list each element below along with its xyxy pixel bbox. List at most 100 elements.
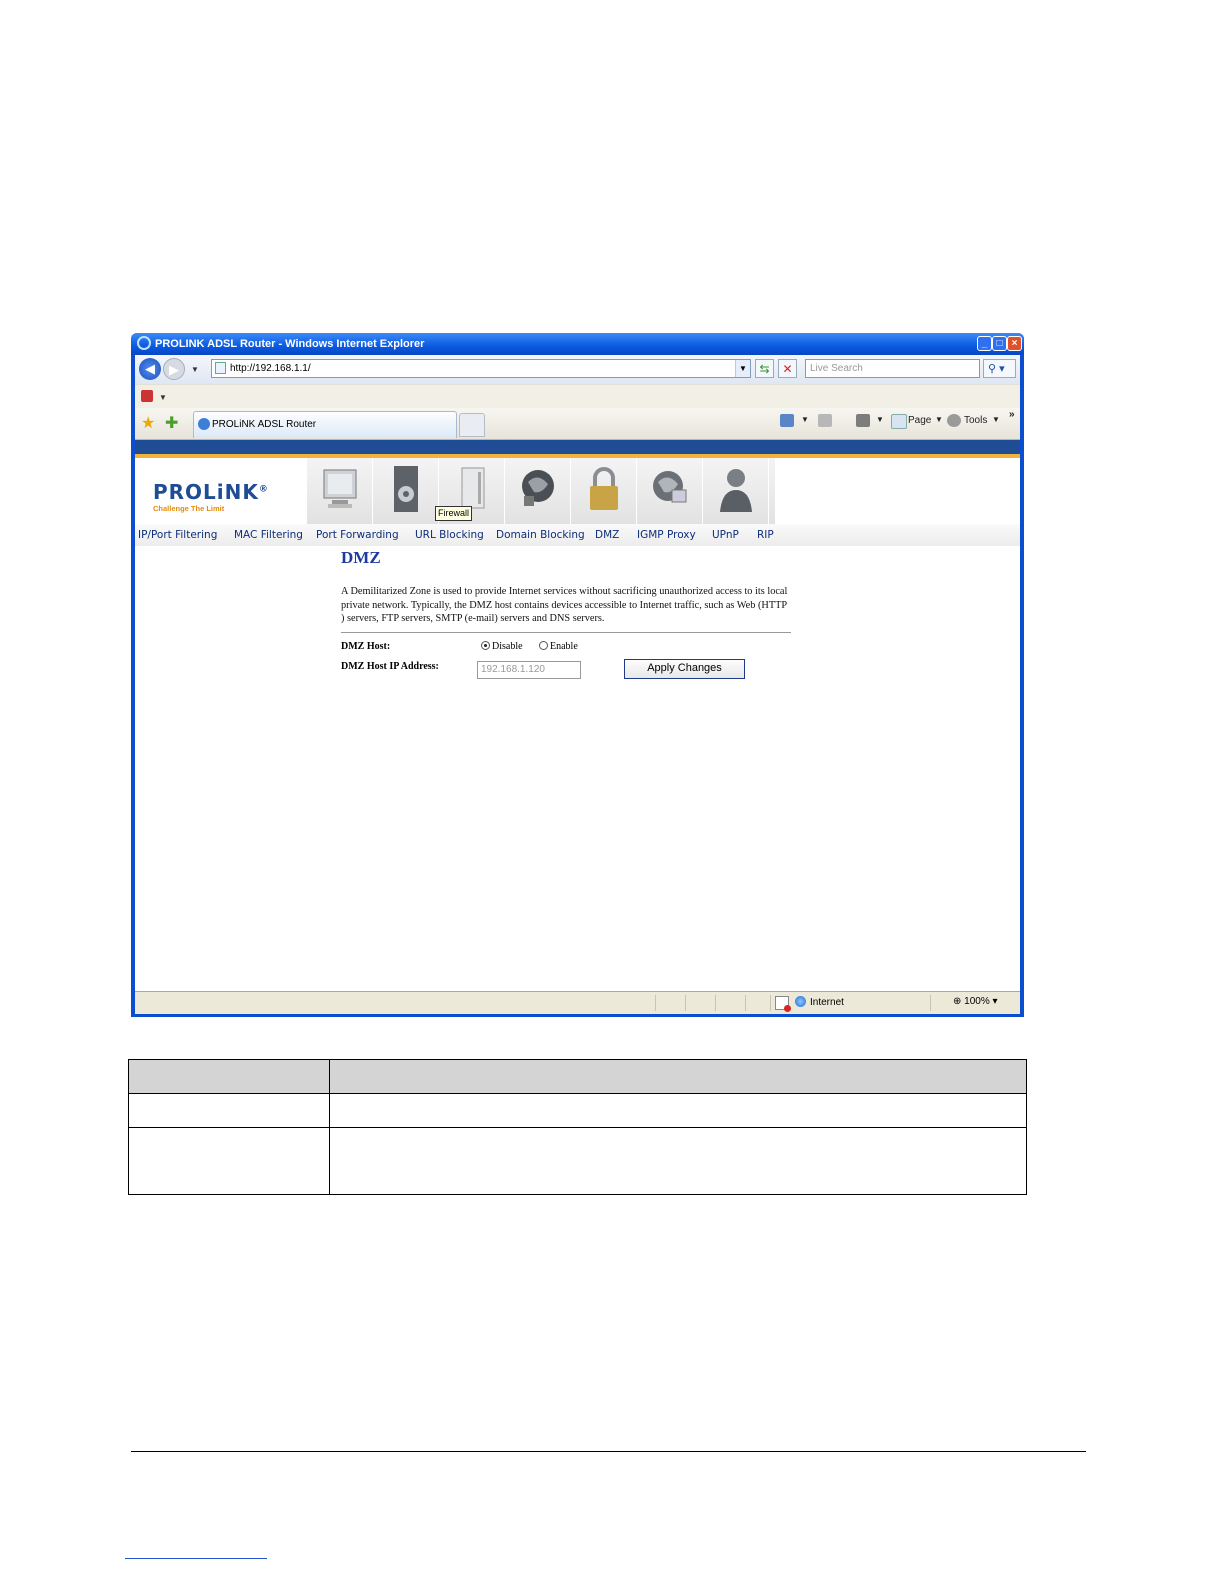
dmz-ip-input[interactable]: 192.168.1.120 [477,661,581,679]
menu-rip[interactable]: RIP [757,529,774,541]
window-title: PROLINK ADSL Router - Windows Internet E… [155,338,425,350]
status-divider [745,995,746,1011]
dmz-host-ip-label: DMZ Host IP Address: [341,661,439,672]
search-input[interactable]: Live Search [805,359,980,378]
firewall-lock-icon[interactable] [571,458,637,524]
addon-icon[interactable] [141,390,153,402]
home-icon[interactable] [780,414,794,427]
chevron-more-icon[interactable]: » [1009,409,1015,420]
print-icon[interactable] [856,414,870,427]
globe-icon [795,996,806,1007]
add-favorite-icon[interactable]: ✚ [165,413,178,433]
tools-gear-icon[interactable] [947,414,961,427]
search-icon[interactable]: ⚲ ▾ [983,359,1016,378]
ie-page-icon [198,418,210,430]
status-divider [685,995,686,1011]
tools-dropdown-icon[interactable]: ▼ [992,415,1000,424]
maximize-button[interactable]: □ [992,336,1007,351]
close-button[interactable]: × [1007,336,1022,351]
home-dropdown-icon[interactable]: ▼ [801,415,809,424]
address-bar[interactable]: http://192.168.1.1/ ▼ [211,359,751,378]
dmz-description: A Demilitarized Zone is used to provide … [341,586,788,624]
status-divider [655,995,656,1011]
router-header: PROLiNK® Challenge The Limit Firewall [135,458,1020,524]
addon-dropdown-icon[interactable]: ▼ [159,393,167,402]
disable-radio[interactable]: Disable [481,641,523,652]
menu-domain-blocking[interactable]: Domain Blocking [496,529,585,541]
main-icon-bar [307,458,775,524]
security-zone[interactable]: Internet [795,996,844,1008]
page-dropdown-icon[interactable]: ▼ [935,415,943,424]
status-divider [770,995,771,1011]
internet-globe-icon[interactable] [505,458,571,524]
table-row [128,1093,1027,1128]
divider [341,631,791,633]
status-divider [930,995,931,1011]
ie-logo-icon [137,336,151,350]
status-monitor-icon[interactable] [307,458,373,524]
browser-window: PROLINK ADSL Router - Windows Internet E… [131,333,1024,1017]
favorites-star-icon[interactable]: ★ [141,413,155,433]
table-cell [329,1093,1027,1128]
zoom-level[interactable]: ⊕ 100% ▾ [953,996,998,1007]
refresh-icon[interactable]: ⇆ [755,359,774,378]
address-text: http://192.168.1.1/ [230,363,311,374]
document-table [128,1059,1027,1195]
page-icon [215,362,226,374]
history-dropdown-icon[interactable]: ▼ [191,365,199,374]
router-web-page: PROLiNK® Challenge The Limit Firewall IP… [135,440,1020,986]
menu-mac-filtering[interactable]: MAC Filtering [234,529,303,541]
menu-ip-port-filtering[interactable]: IP/Port Filtering [138,529,217,541]
feeds-icon[interactable] [818,414,832,427]
menu-upnp[interactable]: UPnP [712,529,739,541]
table-cell [329,1059,1027,1094]
tab-prolink-router[interactable]: PROLiNK ADSL Router [193,411,457,438]
browser-client: ◀ ▶ ▼ http://192.168.1.1/ ▼ ⇆ ✕ Live Sea… [135,355,1020,1014]
table-header-row [128,1059,1027,1094]
header-band [135,440,1020,458]
menu-igmp-proxy[interactable]: IGMP Proxy [637,529,696,541]
radio-empty-icon [539,641,548,650]
popup-blocked-icon[interactable] [775,996,791,1012]
table-cell [329,1127,1027,1195]
tab-label: PROLiNK ADSL Router [212,419,317,430]
print-dropdown-icon[interactable]: ▼ [876,415,884,424]
tools-menu-button[interactable]: Tools [964,415,987,426]
footer-link-underline [125,1558,267,1559]
page-title: DMZ [341,548,381,567]
tab-bar: ★ ✚ PROLiNK ADSL Router ▼ ▼ Page ▼ Tools… [135,408,1020,440]
logo-tagline: Challenge The Limit [153,504,225,513]
address-dropdown-icon[interactable]: ▼ [735,360,750,377]
maintenance-globe-icon[interactable] [637,458,703,524]
firewall-submenu: IP/Port Filtering MAC Filtering Port For… [135,524,1020,546]
menu-url-blocking[interactable]: URL Blocking [415,529,484,541]
title-bar: PROLINK ADSL Router - Windows Internet E… [131,333,1024,355]
status-divider [715,995,716,1011]
dmz-panel: DMZ A Demilitarized Zone is used to prov… [341,548,801,679]
navigation-bar: ◀ ▶ ▼ http://192.168.1.1/ ▼ ⇆ ✕ Live Sea… [135,355,1020,384]
minimize-button[interactable]: _ [977,336,992,351]
table-cell [128,1127,330,1195]
footer-rule [131,1451,1086,1452]
page-menu-button[interactable]: Page [908,415,931,426]
setup-gear-icon[interactable] [373,458,439,524]
menu-dmz[interactable]: DMZ [595,529,619,541]
status-bar: Internet ⊕ 100% ▾ [135,991,1020,1014]
apply-changes-button[interactable]: Apply Changes [624,659,745,679]
links-bar: ▼ [135,384,1020,409]
admin-user-icon[interactable] [703,458,769,524]
radio-selected-icon [481,641,490,650]
firewall-tooltip: Firewall [435,506,473,521]
forward-arrow-icon[interactable]: ▶ [163,358,185,380]
back-arrow-icon[interactable]: ◀ [139,358,161,380]
stop-icon[interactable]: ✕ [778,359,797,378]
table-row [128,1127,1027,1195]
dmz-host-label: DMZ Host: [341,641,391,652]
enable-radio[interactable]: Enable [539,641,578,652]
table-cell [128,1093,330,1128]
menu-port-forwarding[interactable]: Port Forwarding [316,529,399,541]
page-menu-icon[interactable] [891,414,907,429]
table-cell [128,1059,330,1094]
new-tab-button[interactable] [459,413,485,437]
prolink-logo: PROLiNK® [153,480,269,504]
